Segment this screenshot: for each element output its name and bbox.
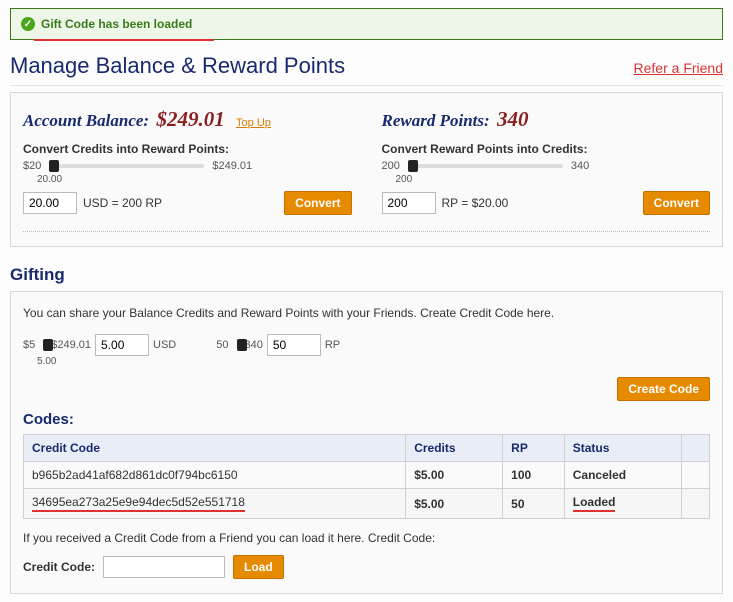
- reward-points-section: Reward Points: 340 Convert Reward Points…: [382, 107, 711, 215]
- rp-input[interactable]: [382, 192, 436, 214]
- codes-title: Codes:: [23, 411, 710, 428]
- load-label: Credit Code:: [23, 560, 95, 574]
- codes-table: Credit Code Credits RP Status b965b2ad41…: [23, 434, 710, 519]
- rp-slider-max: 340: [571, 160, 589, 172]
- rp-slider-current: 200: [396, 174, 711, 185]
- reward-points-label: Reward Points:: [382, 111, 490, 130]
- col-credits: Credits: [406, 435, 503, 462]
- gifting-intro: You can share your Balance Credits and R…: [23, 306, 710, 320]
- gifting-title: Gifting: [10, 265, 723, 285]
- load-button[interactable]: Load: [233, 555, 284, 579]
- cell-rp: 50: [503, 489, 565, 519]
- table-row: 34695ea273a25e9e94dec5d52e551718 $5.00 5…: [24, 489, 710, 519]
- check-icon: ✓: [21, 17, 35, 31]
- highlight-line: [34, 39, 214, 41]
- rp-slider-thumb[interactable]: [408, 160, 418, 172]
- credits-slider-min: $20: [23, 160, 41, 172]
- rp-slider[interactable]: [408, 164, 563, 168]
- top-up-link[interactable]: Top Up: [236, 117, 271, 129]
- gift-usd-min: $5: [23, 339, 35, 351]
- col-code: Credit Code: [24, 435, 406, 462]
- cell-status: Loaded: [564, 489, 681, 519]
- cell-credits: $5.00: [406, 489, 503, 519]
- gifting-panel: You can share your Balance Credits and R…: [10, 291, 723, 594]
- col-status: Status: [564, 435, 681, 462]
- panel-divider: [23, 231, 710, 232]
- load-intro: If you received a Credit Code from a Fri…: [23, 531, 710, 545]
- cell-rp: 100: [503, 462, 565, 489]
- convert-credits-button[interactable]: Convert: [284, 191, 351, 215]
- credits-input[interactable]: [23, 192, 77, 214]
- balance-panel: Account Balance: $249.01 Top Up Convert …: [10, 92, 723, 247]
- gift-rp-min: 50: [216, 339, 228, 351]
- convert-rp-button[interactable]: Convert: [643, 191, 710, 215]
- credits-slider-thumb[interactable]: [49, 160, 59, 172]
- account-balance-value: $249.01: [156, 107, 224, 131]
- success-alert-text: Gift Code has been loaded: [41, 17, 192, 31]
- convert-rp-label: Convert Reward Points into Credits:: [382, 142, 711, 156]
- cell-status: Canceled: [564, 462, 681, 489]
- credits-slider-max: $249.01: [212, 160, 252, 172]
- create-code-button[interactable]: Create Code: [617, 377, 710, 401]
- page-title: Manage Balance & Reward Points: [10, 53, 345, 79]
- account-balance-section: Account Balance: $249.01 Top Up Convert …: [23, 107, 352, 215]
- col-actions: [681, 435, 709, 462]
- refer-friend-link[interactable]: Refer a Friend: [634, 60, 723, 76]
- credit-code-input[interactable]: [103, 556, 225, 578]
- credits-equals-text: USD = 200 RP: [83, 196, 162, 210]
- gift-rp-unit: RP: [325, 339, 340, 351]
- credits-slider[interactable]: [49, 164, 204, 168]
- table-row: b965b2ad41af682d861dc0f794bc6150 $5.00 1…: [24, 462, 710, 489]
- reward-points-value: 340: [497, 107, 529, 131]
- gift-usd-unit: USD: [153, 339, 176, 351]
- gift-usd-input[interactable]: [95, 334, 149, 356]
- gift-rp-input[interactable]: [267, 334, 321, 356]
- col-rp: RP: [503, 435, 565, 462]
- cell-credits: $5.00: [406, 462, 503, 489]
- cell-code: b965b2ad41af682d861dc0f794bc6150: [24, 462, 406, 489]
- highlighted-code: 34695ea273a25e9e94dec5d52e551718: [32, 495, 245, 512]
- success-alert: ✓ Gift Code has been loaded: [10, 8, 723, 40]
- account-balance-label: Account Balance:: [23, 111, 149, 130]
- credits-slider-current: 20.00: [37, 174, 352, 185]
- cell-code: 34695ea273a25e9e94dec5d52e551718: [24, 489, 406, 519]
- rp-slider-min: 200: [382, 160, 400, 172]
- gift-usd-slider-thumb[interactable]: [43, 339, 53, 351]
- convert-credits-label: Convert Credits into Reward Points:: [23, 142, 352, 156]
- gift-rp-slider-thumb[interactable]: [237, 339, 247, 351]
- highlighted-status: Loaded: [573, 495, 616, 512]
- gift-rp-max: 340: [245, 339, 263, 351]
- rp-equals-text: RP = $20.00: [442, 196, 509, 210]
- gift-usd-max: $249.01: [51, 339, 91, 351]
- gift-usd-current: 5.00: [37, 356, 176, 367]
